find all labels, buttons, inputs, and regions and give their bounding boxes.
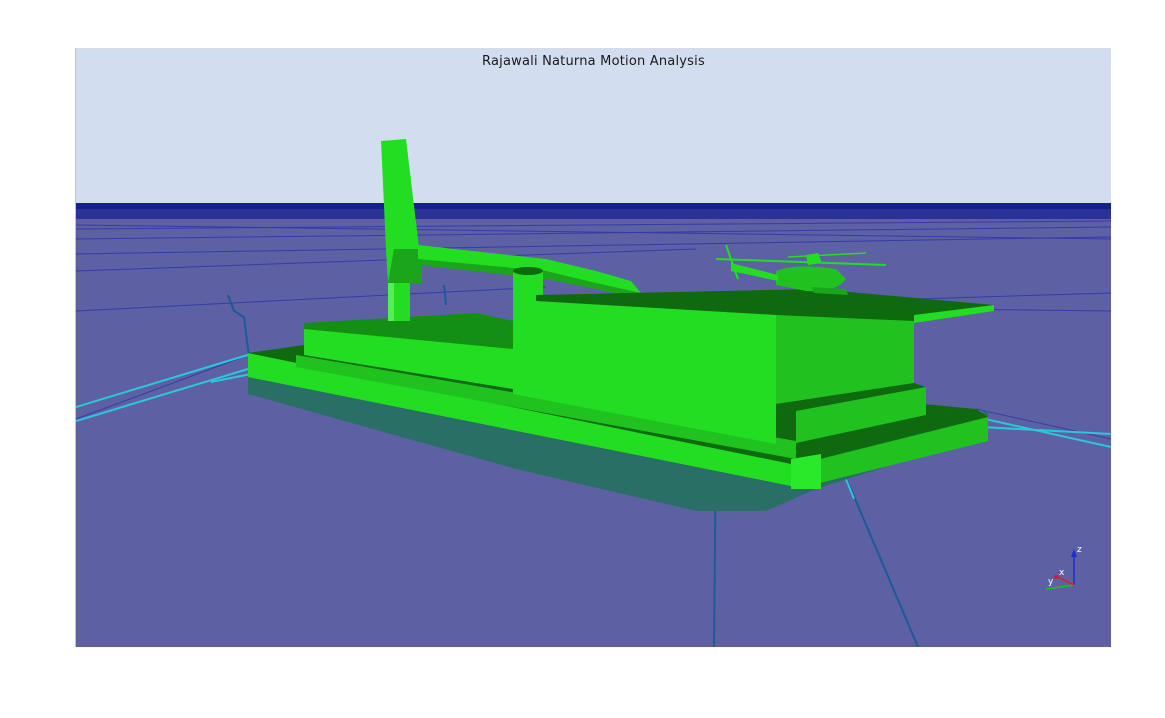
column-top bbox=[513, 267, 543, 275]
sky bbox=[76, 49, 1111, 209]
view-title: Rajawali Naturna Motion Analysis bbox=[482, 54, 705, 69]
main-deck-corner bbox=[791, 454, 821, 489]
scene-canvas[interactable]: z x y bbox=[76, 49, 1111, 647]
page: z x y Rajawali Naturna Motion Analysis bbox=[0, 0, 1165, 718]
axis-z-label: z bbox=[1077, 545, 1082, 555]
axis-y-label: y bbox=[1048, 577, 1054, 587]
crane-boom-shade bbox=[388, 249, 422, 283]
axis-x-tip bbox=[1054, 575, 1058, 579]
axis-x-label: x bbox=[1059, 568, 1065, 578]
3d-viewport[interactable]: z x y Rajawali Naturna Motion Analysis bbox=[75, 48, 1111, 647]
crane-pedestal-highlight bbox=[388, 281, 394, 321]
